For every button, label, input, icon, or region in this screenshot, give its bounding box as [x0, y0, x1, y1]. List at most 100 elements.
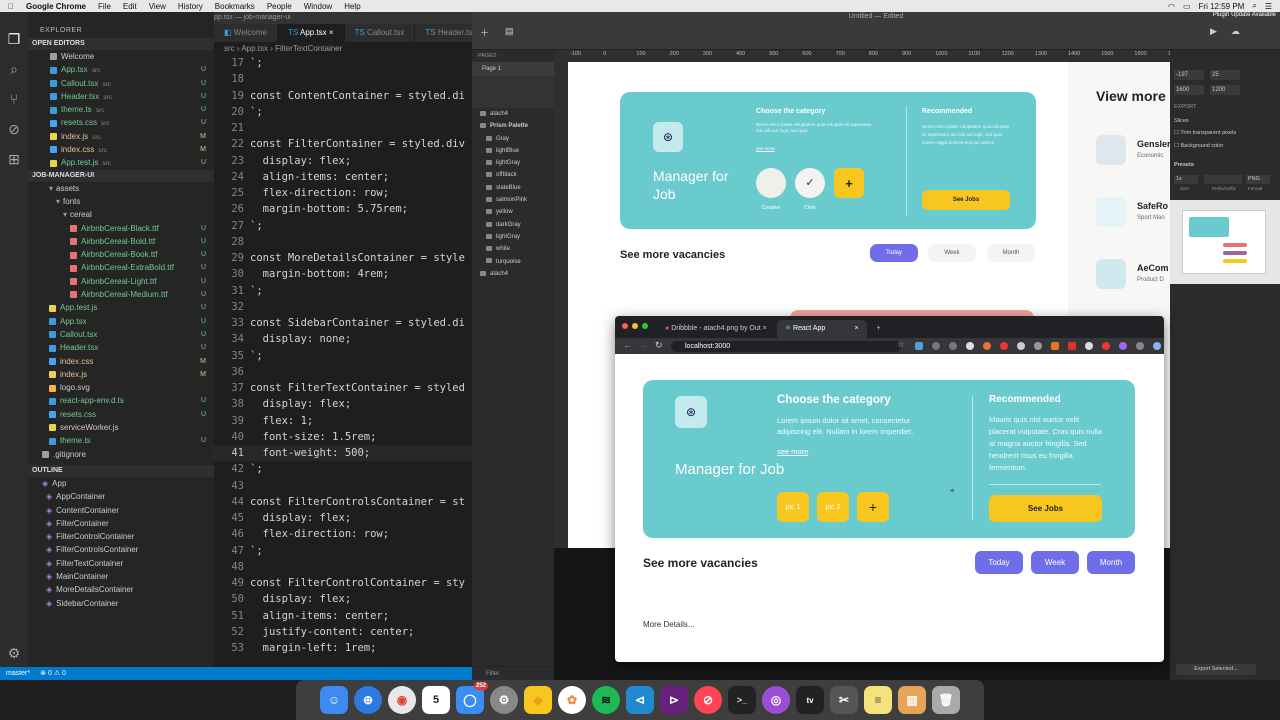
artboard-filter-week[interactable]: Week [928, 244, 976, 262]
pic-2-button[interactable]: pic 2 [817, 492, 849, 522]
tree-item[interactable]: App.tsx U [28, 315, 214, 328]
zoom-window-icon[interactable] [642, 323, 648, 329]
dock-news-icon[interactable]: ⊘ [694, 686, 722, 714]
bookmark-star-icon[interactable]: ☆ [897, 340, 904, 349]
dock-spotify-icon[interactable]: ≋ [592, 686, 620, 714]
battery-icon[interactable]: ▭ [1183, 2, 1191, 11]
outline-item[interactable]: ◈ AppContainer [28, 490, 214, 503]
open-editor-item[interactable]: resets.css src U [28, 116, 214, 129]
y-field[interactable]: 25 [1210, 70, 1240, 80]
dock-podcasts-icon[interactable]: ◎ [762, 686, 790, 714]
extension-icon[interactable] [1017, 342, 1025, 350]
tree-item[interactable]: .gitignore [28, 448, 214, 461]
artboard-filter-today[interactable]: Today [870, 244, 918, 262]
tree-item[interactable]: index.js M [28, 368, 214, 381]
close-icon[interactable]: × [329, 28, 334, 37]
dock-messages-icon[interactable]: ◯ 252 [456, 682, 488, 714]
dock-final-cut-icon[interactable]: ✂ [830, 686, 858, 714]
x-field[interactable]: -197 [1174, 70, 1204, 80]
address-bar[interactable]: localhost:3000 [671, 341, 901, 352]
layer-item[interactable]: atach4 [472, 268, 554, 280]
tree-item[interactable]: logo.svg [28, 381, 214, 394]
outline-header[interactable]: OUTLINE [28, 464, 214, 477]
tree-item[interactable]: App.test.js U [28, 301, 214, 314]
open-editor-item[interactable]: Callout.tsx src U [28, 77, 214, 90]
tree-item[interactable]: react-app-env.d.ts U [28, 394, 214, 407]
extension-icon[interactable] [1102, 342, 1110, 350]
dock-chrome-icon[interactable]: ◉ [388, 686, 416, 714]
extension-icon[interactable] [1119, 342, 1127, 350]
tree-item[interactable]: AirbnbCereal-Light.ttf U [28, 275, 214, 288]
menu-history[interactable]: History [178, 2, 203, 11]
cloud-icon[interactable]: ☁ [1231, 26, 1240, 37]
dock-system-preferences-icon[interactable]: ⚙ [490, 686, 518, 714]
outline-item[interactable]: ◈ MoreDetailsContainer [28, 583, 214, 596]
minimize-window-icon[interactable] [632, 323, 638, 329]
extension-icon[interactable] [915, 342, 923, 350]
tree-item[interactable]: ▾ cereal [28, 208, 214, 221]
extension-icon[interactable] [932, 342, 940, 350]
width-field[interactable]: 1600 [1174, 85, 1204, 95]
tab-callout-tsx[interactable]: TS Callout.tsx [344, 24, 416, 42]
layer-item[interactable]: darkGray [472, 219, 554, 231]
page-item[interactable]: Page 1 [472, 62, 554, 76]
outline-item[interactable]: ◈ MainContainer [28, 570, 214, 583]
open-editor-item[interactable]: theme.ts src U [28, 103, 214, 116]
data-icon[interactable]: ▤ [505, 26, 514, 39]
layer-item[interactable]: slateBlue [472, 182, 554, 194]
open-editor-item[interactable]: Header.tsx src U [28, 90, 214, 103]
tree-item[interactable]: index.css M [28, 355, 214, 368]
menu-edit[interactable]: Edit [123, 2, 137, 11]
layer-item[interactable]: white [472, 243, 554, 255]
settings-gear-icon[interactable]: ⚙ [0, 638, 28, 668]
extension-icon[interactable] [1068, 342, 1076, 350]
export-selected-button[interactable]: Export Selected... [1176, 664, 1256, 675]
dock-terminal-icon[interactable]: >_ [728, 686, 756, 714]
tree-item[interactable]: AirbnbCereal-Black.ttf U [28, 222, 214, 235]
menubar-clock[interactable]: Fri 12:59 PM [1199, 2, 1245, 11]
back-icon[interactable]: ← [623, 340, 632, 350]
export-prefix-field[interactable] [1204, 175, 1242, 184]
dock-sketch-icon[interactable]: ◆ [524, 686, 552, 714]
outline-item[interactable]: ◈ App [28, 477, 214, 490]
tree-item[interactable]: AirbnbCereal-Medium.ttf U [28, 288, 214, 301]
code-editor[interactable]: 17 `; 18 19 const ContentContainer = styled.… [214, 55, 472, 667]
pic-1-button[interactable]: pic 1 [777, 492, 809, 522]
extension-icon[interactable] [1085, 342, 1093, 350]
layer-item[interactable]: salmonPink [472, 194, 554, 206]
apple-icon[interactable]:  [8, 2, 14, 11]
menu-file[interactable]: File [98, 2, 111, 11]
tree-item[interactable]: AirbnbCereal-ExtraBold.ttf U [28, 261, 214, 274]
more-details-link[interactable]: More Details... [643, 620, 695, 629]
bg-color-checkbox[interactable]: ☐ Background color [1174, 143, 1223, 149]
layer-item[interactable]: Prism Palette [472, 120, 554, 132]
layer-item[interactable]: atach4 [472, 108, 554, 120]
layer-item[interactable]: Gray [472, 133, 554, 145]
open-editors-header[interactable]: OPEN EDITORS [28, 38, 214, 50]
dock-trash-icon[interactable]: 🗑 [932, 686, 960, 714]
menu-view[interactable]: View [149, 2, 166, 11]
layer-item[interactable]: yellow [472, 206, 554, 218]
extension-icon[interactable] [949, 342, 957, 350]
open-editor-item[interactable]: App.test.js src U [28, 156, 214, 169]
layer-item[interactable]: lightGray [472, 157, 554, 169]
artboard-filter-month[interactable]: Month [987, 244, 1035, 262]
dock-finder-icon[interactable]: ☺ [320, 686, 348, 714]
outline-item[interactable]: ◈ ContentContainer [28, 504, 214, 517]
wifi-icon[interactable]: ◠ [1168, 2, 1175, 11]
tree-item[interactable]: serviceWorker.js [28, 421, 214, 434]
artboard-see-more[interactable]: see more [756, 146, 775, 151]
tree-item[interactable]: Header.tsx U [28, 341, 214, 354]
outline-item[interactable]: ◈ FilterTextContainer [28, 557, 214, 570]
profile-avatar[interactable] [1153, 342, 1161, 350]
dock-notes-icon[interactable]: ≡ [864, 686, 892, 714]
open-editor-item[interactable]: index.css src M [28, 143, 214, 156]
dock-vscode-icon[interactable]: ⊲ [626, 686, 654, 714]
tab-react-app[interactable]: ⚛ React App × [776, 320, 867, 338]
forward-icon[interactable]: → [639, 340, 648, 350]
tree-item[interactable]: AirbnbCereal-Book.ttf U [28, 248, 214, 261]
outline-item[interactable]: ◈ FilterControlContainer [28, 530, 214, 543]
insert-icon[interactable]: ＋ [480, 26, 489, 39]
menu-bookmarks[interactable]: Bookmarks [215, 2, 255, 11]
open-editor-item[interactable]: App.tsx src U [28, 63, 214, 76]
